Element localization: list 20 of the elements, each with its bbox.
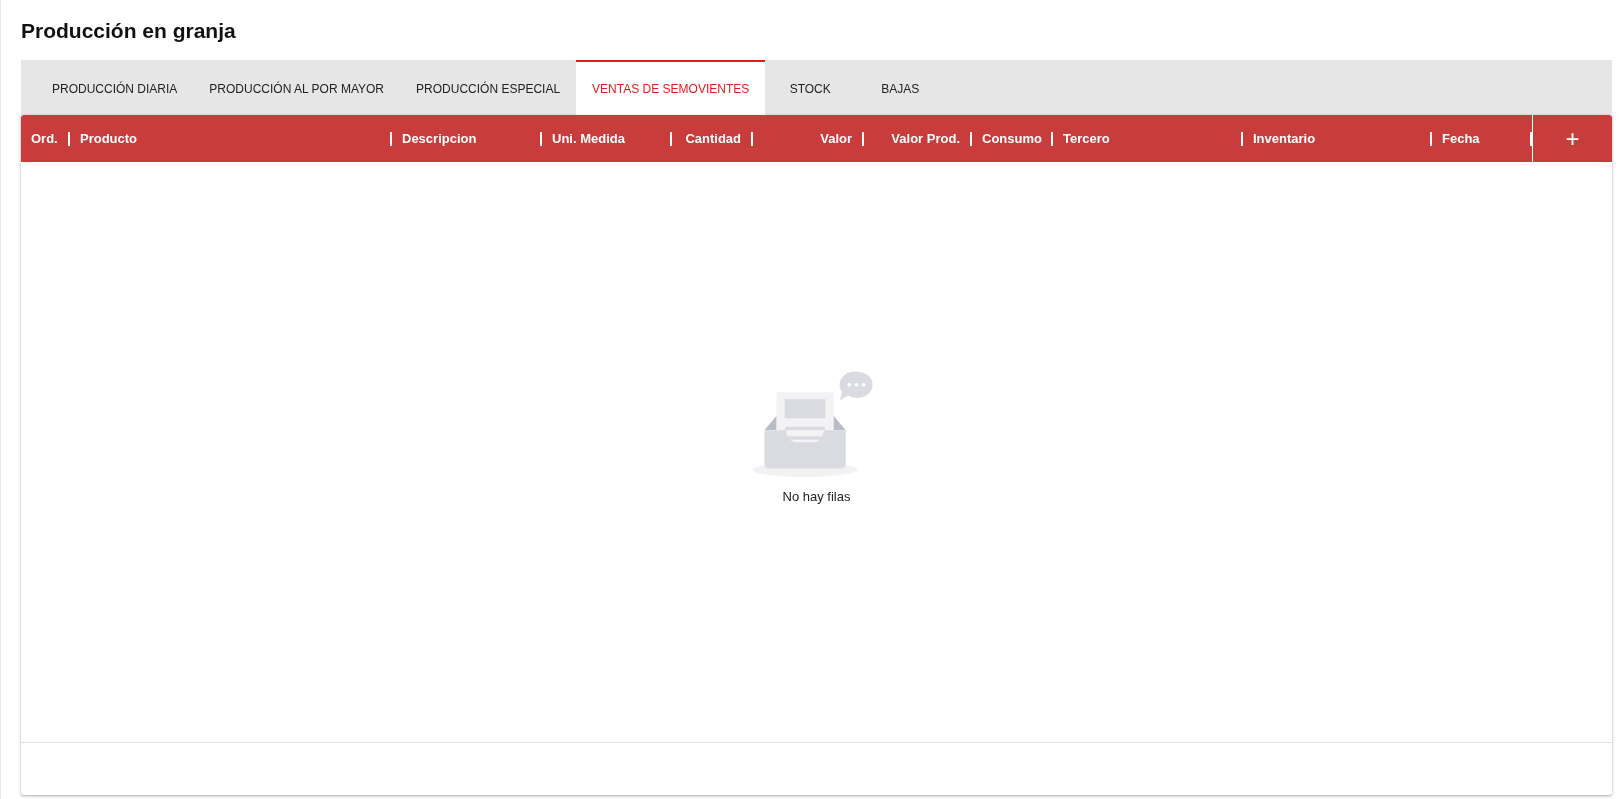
column-header: Inventario	[1253, 129, 1316, 148]
page-title: Producción en granja	[21, 18, 237, 44]
column-header: Fecha	[1442, 129, 1480, 148]
column-header: Tercero	[1063, 129, 1110, 148]
column-header: Ord.	[31, 129, 58, 148]
tab[interactable]: BAJAS	[855, 60, 946, 116]
column-header: Valor Prod.	[891, 129, 960, 148]
tab[interactable]: PRODUCCIÓN AL POR MAYOR	[193, 60, 401, 116]
tab[interactable]: STOCK	[765, 60, 856, 116]
add-button[interactable]: +	[1532, 115, 1612, 163]
tab[interactable]: PRODUCCIÓN ESPECIAL	[400, 60, 577, 116]
column-header: Consumo	[982, 129, 1042, 148]
column-header: Uni. Medida	[552, 129, 625, 148]
tab[interactable]: PRODUCCIÓN DIARIA	[36, 60, 194, 116]
column-header: Cantidad	[685, 129, 741, 148]
column-header: Descripcion	[402, 129, 477, 148]
empty-message: No hay filas	[782, 487, 851, 506]
column-header: Producto	[80, 129, 138, 148]
tab[interactable]: VENTAS DE SEMOVIENTES	[576, 60, 766, 116]
column-header: Valor	[820, 129, 852, 148]
